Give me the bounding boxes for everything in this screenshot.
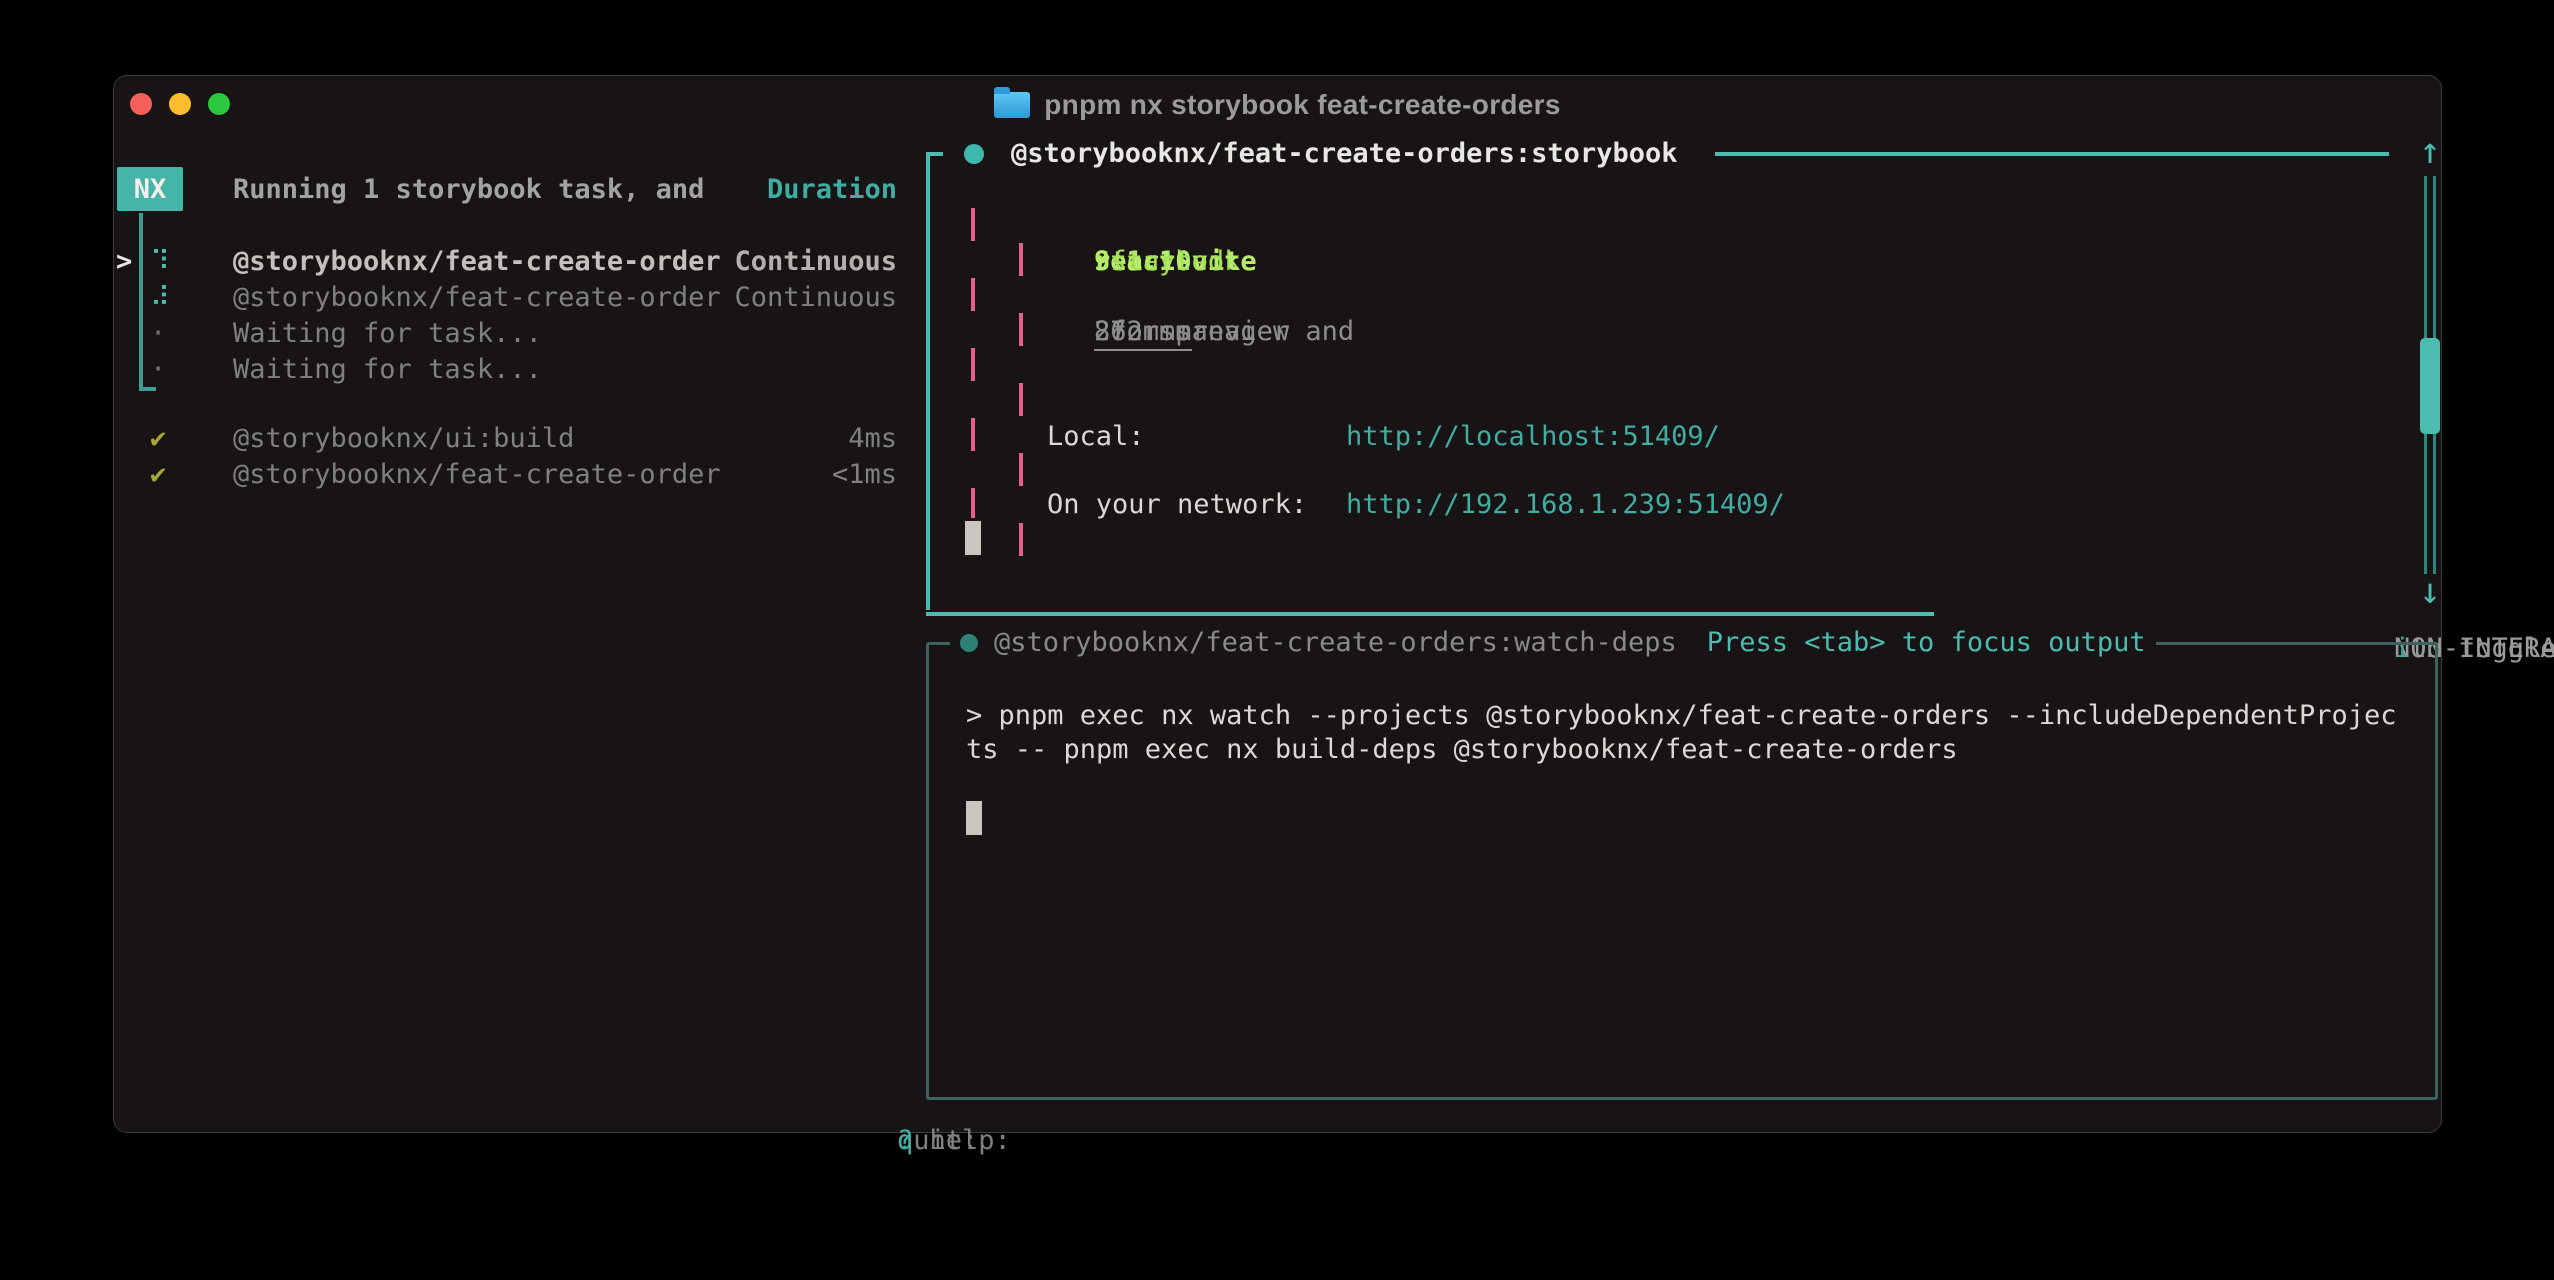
task-name: Waiting for task... (233, 316, 542, 351)
task-duration: <1ms (832, 457, 897, 492)
running-status-dot-icon (964, 144, 984, 164)
focus-output-hint: Press <tab> to focus output (1707, 625, 2146, 660)
help-label: help: (897, 1123, 1027, 1158)
watch-command-line: > pnpm exec nx watch --projects @storybo… (966, 698, 2396, 733)
task-row[interactable]: Waiting for task... (233, 352, 897, 387)
completed-task-row[interactable]: @storybooknx/ui:build 4ms (233, 421, 897, 456)
task-name: @storybooknx/feat-create-order (233, 280, 721, 315)
spinner-icon: ⠹ (150, 244, 186, 279)
task-duration: 4ms (848, 421, 897, 456)
task-tree-rail (139, 213, 143, 391)
scroll-up-arrow-icon[interactable]: ↑ (2408, 132, 2452, 172)
pending-dot-icon: · (150, 352, 186, 387)
checkmark-icon: ✔ (150, 457, 186, 492)
task-tree-rail-foot (139, 387, 156, 391)
completed-task-row[interactable]: @storybooknx/feat-create-order <1ms (233, 457, 897, 492)
storybook-panel-title: @storybooknx/feat-create-orders:storyboo… (1011, 136, 1677, 171)
folder-icon (994, 92, 1030, 118)
help-key: ? (897, 1123, 913, 1158)
task-status: Continuous (734, 244, 897, 279)
watch-command-line: ts -- pnpm exec nx build-deps @storybook… (966, 732, 1958, 767)
task-name: Waiting for task... (233, 352, 542, 387)
titlebar: pnpm nx storybook feat-create-orders (114, 76, 2441, 132)
nx-logo-badge: NX (117, 167, 183, 211)
storybook-output-bar (971, 208, 975, 518)
scrollbar-thumb[interactable] (2420, 338, 2440, 434)
task-name: @storybooknx/ui:build (233, 421, 574, 456)
network-label: On your network: (1047, 487, 1307, 522)
task-name: @storybooknx/feat-create-order (233, 244, 721, 279)
idle-status-dot-icon (960, 634, 978, 652)
local-label: Local: (1047, 419, 1145, 454)
checkmark-icon: ✔ (150, 421, 186, 456)
duration-column-header: Duration (767, 172, 897, 207)
window-title: pnpm nx storybook feat-create-orders (1044, 89, 1560, 121)
terminal-cursor (966, 801, 982, 835)
spinner-icon: ⠼ (150, 280, 186, 315)
pending-dot-icon: · (150, 316, 186, 351)
task-status: Continuous (734, 280, 897, 315)
watch-deps-panel-title: @storybooknx/feat-create-orders:watch-de… (994, 625, 1677, 660)
selected-task-caret: > (116, 244, 132, 279)
task-row[interactable]: @storybooknx/feat-create-order Continuou… (233, 280, 897, 315)
network-url-link[interactable]: http://192.168.1.239:51409/ (1346, 487, 1785, 522)
watch-deps-panel-header: @storybooknx/feat-create-orders:watch-de… (950, 625, 2156, 660)
keybinding-footer: quit: q help: ? (233, 1088, 897, 1193)
task-row[interactable]: @storybooknx/feat-create-order Continuou… (233, 244, 897, 279)
scroll-down-arrow-icon[interactable]: ↓ (2408, 572, 2452, 612)
storybook-panel-border-top (1715, 152, 2389, 156)
tasks-header: Running 1 storybook task, and (233, 172, 704, 207)
terminal-window: pnpm nx storybook feat-create-orders NX … (113, 75, 2442, 1133)
storybook-timing-line: 86 ms for manager and 272 ms for preview (1029, 279, 1094, 384)
window-title-group: pnpm nx storybook feat-create-orders (114, 89, 2441, 121)
task-row[interactable]: Waiting for task... (233, 316, 897, 351)
storybook-output-bar (1019, 243, 1023, 561)
local-url-link[interactable]: http://localhost:51409/ (1346, 419, 1720, 454)
terminal-cursor (965, 521, 981, 555)
task-name: @storybooknx/feat-create-order (233, 457, 721, 492)
storybook-panel-border-left (926, 152, 930, 610)
